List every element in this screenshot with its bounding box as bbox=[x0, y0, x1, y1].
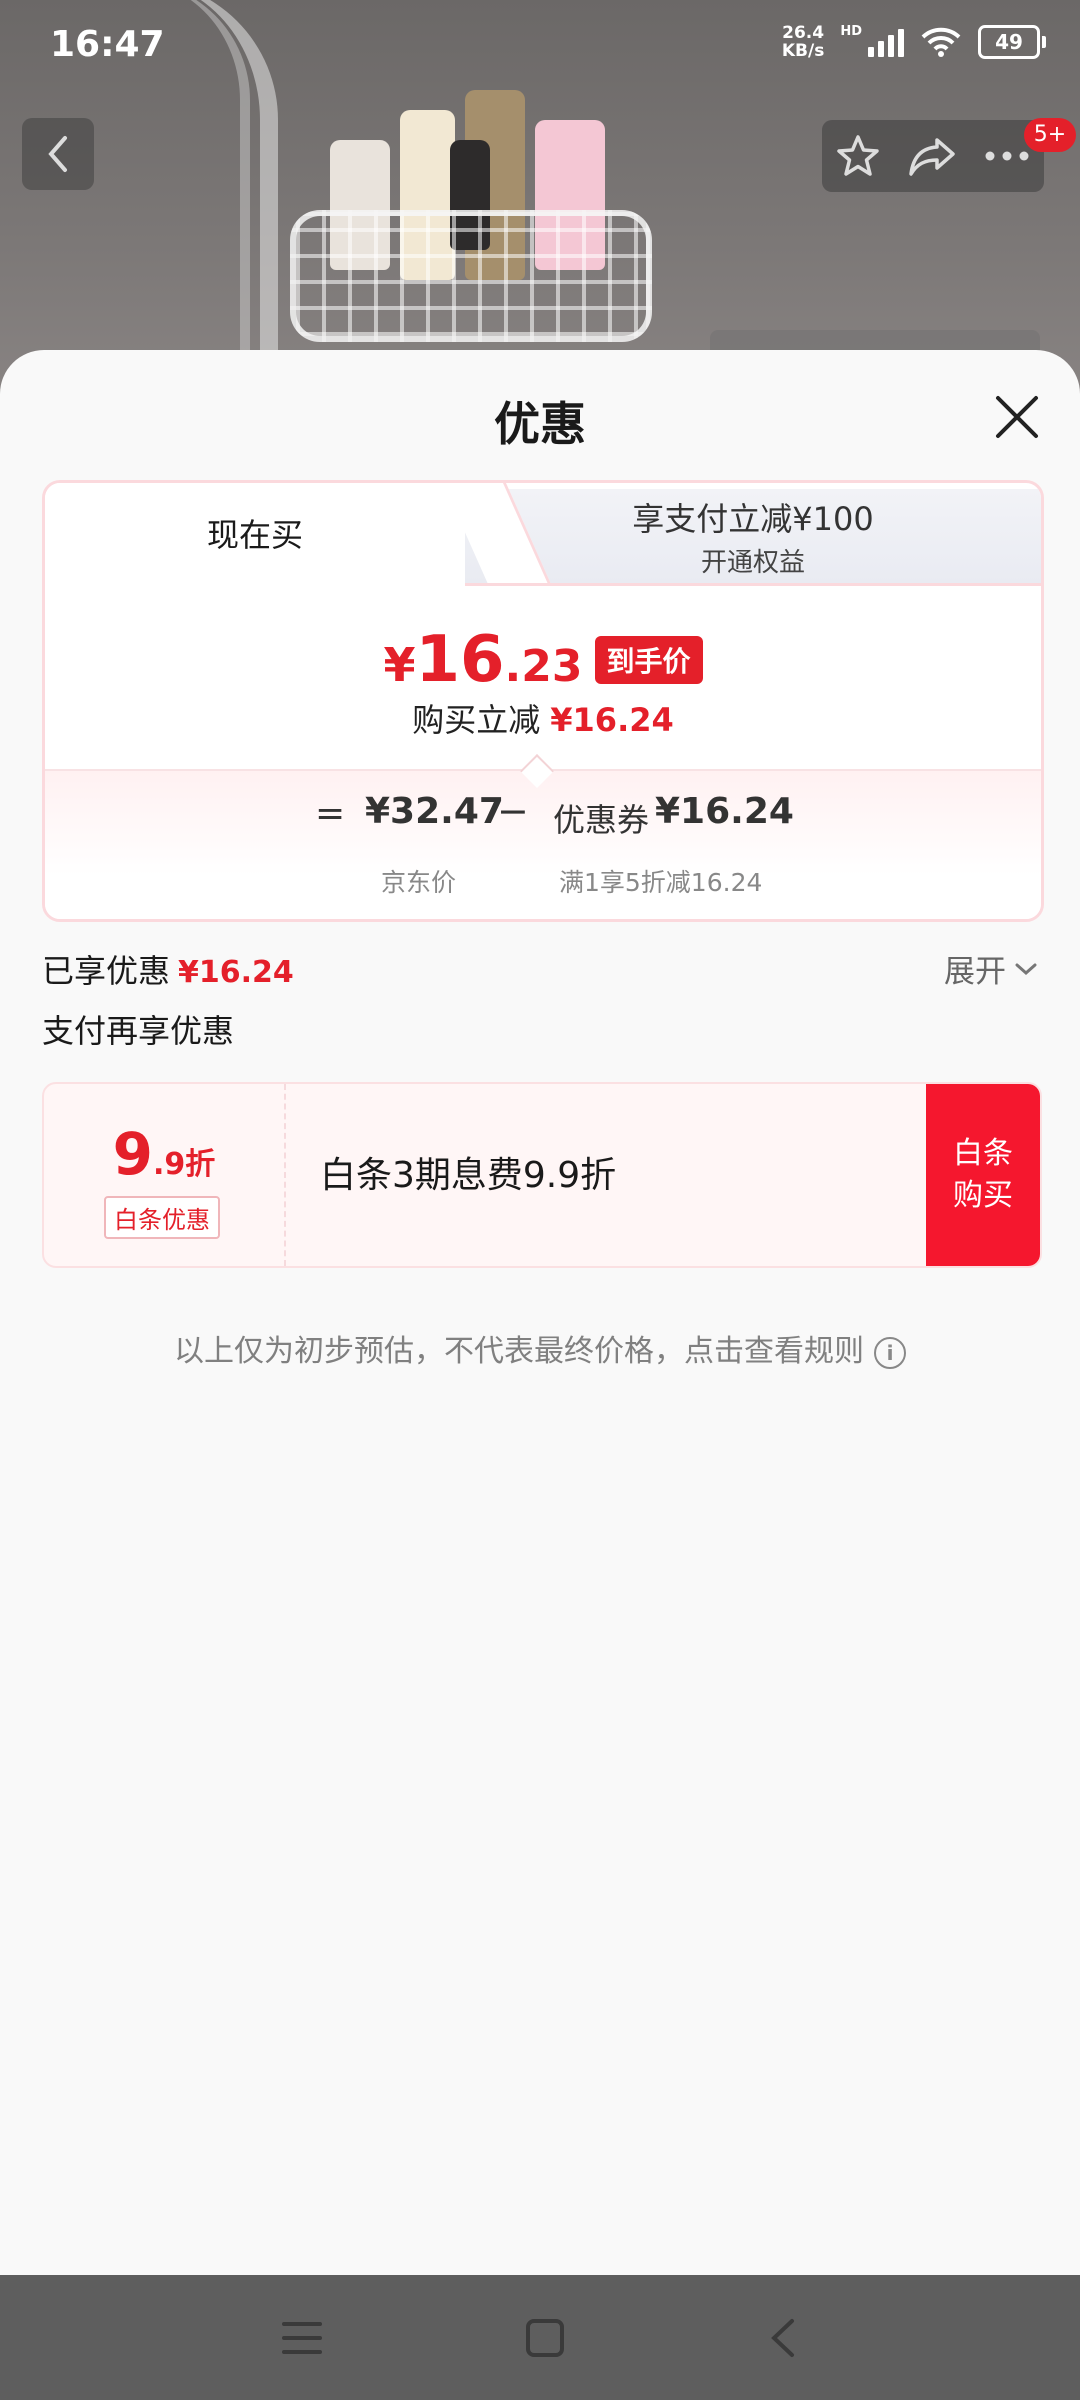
status-time: 16:47 bbox=[50, 24, 165, 65]
expand-button[interactable]: 展开 bbox=[944, 946, 1038, 991]
chevron-down-icon bbox=[1015, 963, 1037, 975]
jd-price: ¥32.47 bbox=[365, 791, 504, 832]
home-icon[interactable] bbox=[525, 2318, 565, 2358]
tab-pay-discount[interactable]: 享支付立减¥100 开通权益 bbox=[465, 489, 1041, 586]
coupon-description: 满1享5折减16.24 bbox=[559, 868, 763, 897]
expand-label: 展开 bbox=[944, 954, 1006, 990]
baitiao-tag: 白条优惠 bbox=[104, 1196, 220, 1239]
tab-pay-discount-sub: 开通权益 bbox=[700, 547, 805, 578]
back-icon[interactable] bbox=[768, 2318, 798, 2358]
tab-pay-discount-label: 享支付立减¥100 bbox=[632, 499, 874, 538]
wifi-icon bbox=[921, 27, 961, 57]
sheet-title: 优惠 bbox=[494, 397, 586, 451]
system-nav-bar bbox=[0, 2275, 1080, 2400]
share-icon[interactable] bbox=[907, 132, 957, 180]
menu-icon[interactable] bbox=[281, 2320, 322, 2356]
more-icon[interactable] bbox=[982, 146, 1032, 166]
final-price-tag: 到手价 bbox=[594, 636, 703, 684]
hd-label: HD bbox=[840, 24, 862, 39]
discount-sheet: 优惠 享支付立减¥100 开通权益 现在买 ¥16.23 到手价 购买立减 ¥16… bbox=[0, 350, 1080, 2275]
notification-badge: 5+ bbox=[1024, 118, 1076, 152]
network-speed-value: 26.4 bbox=[782, 23, 825, 43]
network-speed: 26.4 KB/s bbox=[782, 24, 824, 60]
baitiao-offer-card[interactable]: 9.9折 白条优惠 白条3期息费9.9折 白条 购买 bbox=[42, 1082, 1042, 1268]
instant-discount-value: ¥16.24 bbox=[550, 701, 674, 739]
pay-more-title: 支付再享优惠 bbox=[42, 1012, 235, 1050]
enjoyed-discount-label: 已享优惠 bbox=[42, 952, 171, 990]
baitiao-buy-line2: 购买 bbox=[953, 1178, 1013, 1213]
final-price-decimal: .23 bbox=[504, 641, 583, 692]
price-card: 享支付立减¥100 开通权益 现在买 ¥16.23 到手价 购买立减 ¥16.24… bbox=[42, 480, 1044, 922]
info-icon: i bbox=[874, 1336, 906, 1369]
star-icon[interactable] bbox=[834, 132, 882, 180]
battery-icon: 49 bbox=[978, 25, 1046, 59]
baitiao-description: 白条3期息费9.9折 bbox=[320, 1155, 617, 1196]
baitiao-buy-button[interactable]: 白条 购买 bbox=[926, 1084, 1040, 1266]
enjoyed-discount-row: 已享优惠 ¥16.24 展开 bbox=[42, 946, 1038, 996]
baitiao-discount-badge: 9.9折 白条优惠 bbox=[44, 1084, 286, 1266]
basket-shape bbox=[290, 210, 652, 342]
top-actions bbox=[822, 120, 1044, 192]
baitiao-discount-small: .9折 bbox=[153, 1147, 216, 1182]
final-price: ¥16.23 bbox=[383, 623, 582, 697]
baitiao-discount-value: 9.9折 bbox=[44, 1120, 284, 1188]
final-price-row: ¥16.23 到手价 bbox=[45, 623, 1041, 697]
close-icon[interactable] bbox=[992, 392, 1042, 442]
instant-discount-label: 购买立减 bbox=[412, 701, 541, 739]
chevron-left-icon bbox=[48, 136, 67, 172]
disclaimer-link[interactable]: 以上仅为初步预估，不代表最终价格，点击查看规则 i bbox=[0, 1326, 1080, 1370]
tab-buy-now-label: 现在买 bbox=[206, 516, 303, 554]
coupon-label: 优惠券 bbox=[553, 801, 650, 839]
baitiao-discount-big: 9 bbox=[112, 1120, 154, 1188]
status-bar: 16:47 26.4 KB/s HD 49 bbox=[0, 0, 1080, 96]
formula-row: = ¥32.47 − 优惠券 ¥16.24 bbox=[45, 789, 1041, 841]
status-icons: 26.4 KB/s HD 49 bbox=[782, 24, 1046, 60]
final-price-currency: ¥ bbox=[383, 638, 416, 692]
formula-equals: = bbox=[315, 793, 346, 834]
final-price-integer: 16 bbox=[415, 623, 505, 697]
jd-price-label: 京东价 bbox=[381, 868, 457, 897]
price-formula: = ¥32.47 − 优惠券 ¥16.24 京东价 满1享5折减16.24 bbox=[45, 769, 1041, 919]
baitiao-buy-line1: 白条 bbox=[953, 1136, 1013, 1171]
network-speed-unit: KB/s bbox=[781, 41, 825, 61]
disclaimer-text: 以上仅为初步预估，不代表最终价格，点击查看规则 bbox=[174, 1334, 864, 1369]
tab-buy-now[interactable]: 现在买 bbox=[45, 483, 465, 583]
instant-discount-row: 购买立减 ¥16.24 bbox=[45, 695, 1041, 741]
enjoyed-discount-value: ¥16.24 bbox=[178, 955, 294, 990]
coupon-value: ¥16.24 bbox=[655, 791, 794, 832]
signal-icon bbox=[868, 27, 904, 57]
back-button[interactable] bbox=[22, 118, 94, 190]
formula-minus: − bbox=[497, 789, 529, 833]
